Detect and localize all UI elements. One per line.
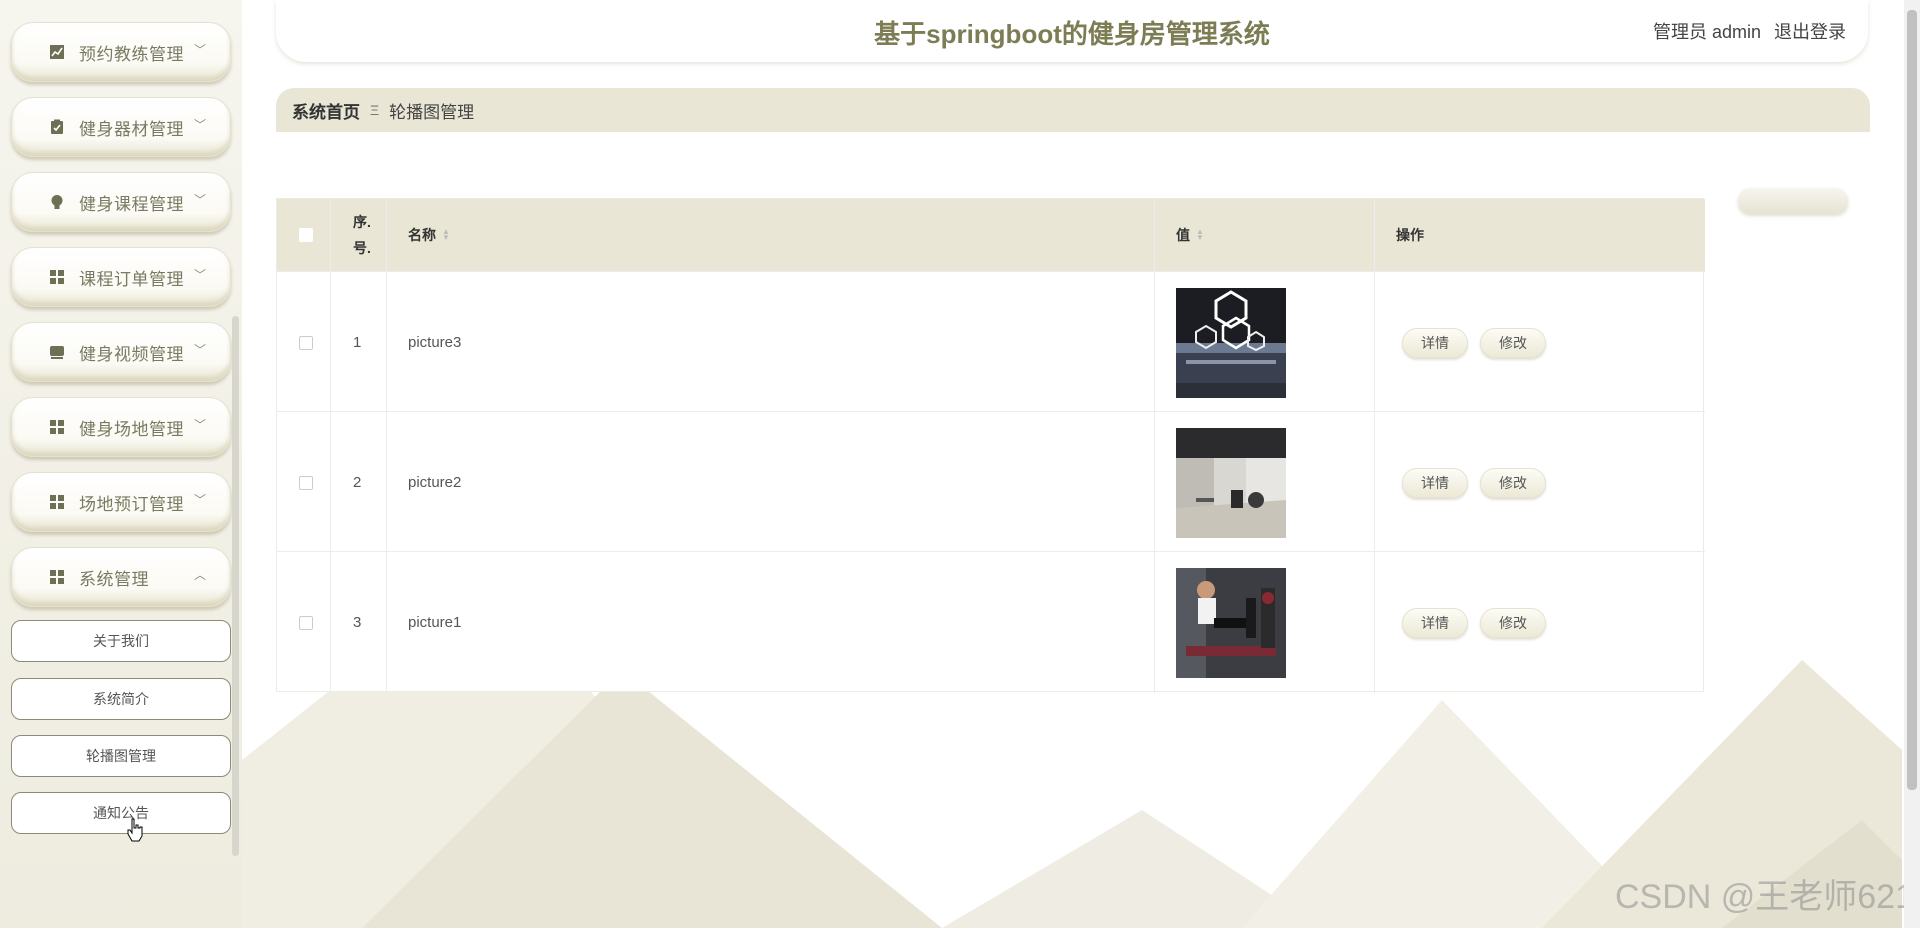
hand-cursor-icon xyxy=(126,818,144,847)
column-header-value[interactable]: 值 ▲ ▼ xyxy=(1176,199,1204,271)
table-row: 3 picture1 详情 修改 xyxy=(277,551,1705,692)
page-scrollbar[interactable] xyxy=(1904,0,1920,928)
chevron-down-icon: ﹀ xyxy=(193,118,206,132)
column-header-name-label: 名称 xyxy=(408,227,436,243)
page-scrollbar-thumb[interactable] xyxy=(1907,10,1917,790)
sidebar: 预约教练管理 ﹀ 健身器材管理 ﹀ 健身课程管理 ﹀ 课程订单管理 ﹀ 健身视频… xyxy=(0,0,242,928)
sidebar-item-label: 场地预订管理 xyxy=(79,494,184,514)
carousel-image[interactable] xyxy=(1176,427,1286,538)
chevron-down-icon: ﹀ xyxy=(193,493,206,507)
select-all-checkbox-cell xyxy=(299,199,329,271)
row-actions: 详情 修改 xyxy=(1402,412,1558,553)
sidebar-item-label: 健身器材管理 xyxy=(79,119,184,139)
sidebar-item-course-order[interactable]: 课程订单管理 ﹀ xyxy=(11,247,231,307)
grid-icon xyxy=(49,569,65,585)
grid-icon xyxy=(49,419,65,435)
video-icon xyxy=(49,344,65,360)
edit-button[interactable]: 修改 xyxy=(1480,607,1546,638)
row-name: picture1 xyxy=(408,614,462,631)
detail-button[interactable]: 详情 xyxy=(1402,607,1468,638)
edit-button[interactable]: 修改 xyxy=(1480,467,1546,498)
chevron-up-icon: ︿ xyxy=(193,568,206,582)
sidebar-item-label: 健身场地管理 xyxy=(79,419,184,439)
row-actions: 详情 修改 xyxy=(1402,272,1558,413)
row-checkbox[interactable] xyxy=(299,475,313,490)
sidebar-scrollbar[interactable] xyxy=(232,316,239,856)
detail-button[interactable]: 详情 xyxy=(1402,467,1468,498)
chevron-down-icon: ﹀ xyxy=(193,418,206,432)
row-index: 2 xyxy=(353,474,362,491)
row-checkbox-cell xyxy=(299,552,313,693)
table-row: 2 picture2 详情 修改 xyxy=(277,411,1705,552)
row-checkbox[interactable] xyxy=(299,615,313,630)
breadcrumb: 系统首页 Ξ 轮播图管理 xyxy=(276,88,1870,132)
row-image-cell xyxy=(1176,272,1286,413)
sidebar-subitem-carousel[interactable]: 轮播图管理 xyxy=(11,735,231,777)
sidebar-subitem-about[interactable]: 关于我们 xyxy=(11,620,231,662)
logout-link[interactable]: 退出登录 xyxy=(1774,22,1846,42)
sidebar-item-course[interactable]: 健身课程管理 ﹀ xyxy=(11,172,231,232)
grid-icon xyxy=(49,494,65,510)
watermark: CSDN @王老师621 xyxy=(1614,878,1914,916)
row-checkbox-cell xyxy=(299,412,313,553)
row-checkbox-cell xyxy=(299,272,313,413)
sidebar-item-venue-booking[interactable]: 场地预订管理 ﹀ xyxy=(11,472,231,532)
breadcrumb-separator-icon: Ξ xyxy=(370,102,380,118)
breadcrumb-home[interactable]: 系统首页 xyxy=(292,98,360,123)
sidebar-item-equipment[interactable]: 健身器材管理 ﹀ xyxy=(11,97,231,157)
carousel-image[interactable] xyxy=(1176,567,1286,678)
edit-button[interactable]: 修改 xyxy=(1480,327,1546,358)
column-header-action: 操作 xyxy=(1396,227,1424,243)
sort-icon[interactable]: ▲ ▼ xyxy=(442,228,450,242)
sidebar-item-label: 系统管理 xyxy=(79,569,149,589)
top-header: 基于springboot的健身房管理系统 管理员 admin 退出登录 xyxy=(276,0,1868,62)
sidebar-subitem-intro[interactable]: 系统简介 xyxy=(11,678,231,720)
row-checkbox[interactable] xyxy=(299,335,313,350)
column-header-value-label: 值 xyxy=(1176,227,1190,243)
chevron-down-icon: ﹀ xyxy=(193,343,206,357)
carousel-table: 序.号. 名称 ▲ ▼ 值 ▲ ▼ 操作 1 picture3 详情 修改 2 … xyxy=(276,198,1705,693)
row-index: 3 xyxy=(353,614,362,631)
row-image-cell xyxy=(1176,412,1286,553)
row-index: 1 xyxy=(353,334,362,351)
sidebar-item-label: 课程订单管理 xyxy=(79,269,184,289)
chevron-down-icon: ﹀ xyxy=(193,43,206,57)
row-name: picture2 xyxy=(408,474,462,491)
user-label: 管理员 admin xyxy=(1652,22,1761,42)
sidebar-item-label: 预约教练管理 xyxy=(79,44,184,64)
column-header-index: 序.号. xyxy=(353,214,371,256)
row-actions: 详情 修改 xyxy=(1402,552,1558,693)
table-header: 序.号. 名称 ▲ ▼ 值 ▲ ▼ 操作 xyxy=(277,199,1705,271)
breadcrumb-current: 轮播图管理 xyxy=(389,102,475,122)
page-title: 基于springboot的健身房管理系统 xyxy=(874,19,1270,49)
detail-button[interactable]: 详情 xyxy=(1402,327,1468,358)
sort-icon[interactable]: ▲ ▼ xyxy=(1196,228,1204,242)
action-pill-button[interactable] xyxy=(1738,188,1848,214)
sidebar-item-venue[interactable]: 健身场地管理 ﹀ xyxy=(11,397,231,457)
carousel-image[interactable] xyxy=(1176,287,1286,398)
sidebar-subitem-notice[interactable]: 通知公告 xyxy=(11,792,231,834)
chevron-down-icon: ﹀ xyxy=(193,193,206,207)
sidebar-item-coach-booking[interactable]: 预约教练管理 ﹀ xyxy=(11,22,231,82)
clipboard-icon xyxy=(49,119,65,135)
row-name: picture3 xyxy=(408,334,462,351)
table-row: 1 picture3 详情 修改 xyxy=(277,271,1705,412)
bulb-icon xyxy=(49,194,65,210)
column-header-name[interactable]: 名称 ▲ ▼ xyxy=(408,199,450,271)
sidebar-item-label: 健身课程管理 xyxy=(79,194,184,214)
sidebar-item-system[interactable]: 系统管理 ︿ xyxy=(11,547,231,607)
sidebar-item-label: 健身视频管理 xyxy=(79,344,184,364)
sidebar-item-video[interactable]: 健身视频管理 ﹀ xyxy=(11,322,231,382)
grid-icon xyxy=(49,269,65,285)
chevron-down-icon: ﹀ xyxy=(193,268,206,282)
user-area: 管理员 admin 退出登录 xyxy=(1645,18,1846,44)
select-all-checkbox[interactable] xyxy=(299,228,313,242)
chart-icon xyxy=(49,44,65,60)
row-image-cell xyxy=(1176,552,1286,693)
